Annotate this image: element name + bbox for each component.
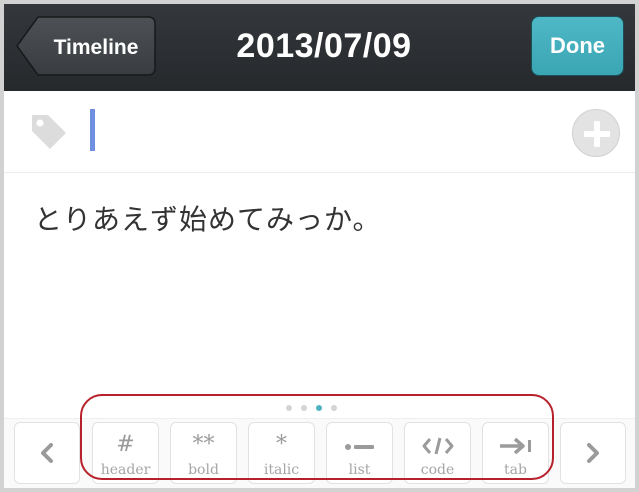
- next-button[interactable]: [560, 422, 626, 484]
- toolbar-page-indicator: [286, 405, 337, 415]
- bold-glyph: **: [192, 432, 215, 457]
- italic-button[interactable]: * italic: [248, 422, 315, 484]
- list-button[interactable]: list: [326, 422, 393, 484]
- bold-button[interactable]: ** bold: [170, 422, 237, 484]
- navigation-bar: Timeline 2013/07/09 Done: [4, 4, 635, 91]
- header-glyph: #: [116, 432, 135, 457]
- tag-row: [4, 91, 635, 173]
- chevron-left-icon: [41, 443, 53, 463]
- tab-button[interactable]: tab: [482, 422, 549, 484]
- text-cursor: [90, 109, 95, 151]
- list-label: list: [348, 462, 371, 478]
- tag-icon: [32, 115, 66, 149]
- add-tag-button[interactable]: [572, 109, 620, 157]
- done-button[interactable]: Done: [531, 16, 624, 76]
- italic-glyph: *: [276, 432, 287, 457]
- code-label: code: [420, 462, 455, 478]
- italic-label: italic: [263, 462, 300, 478]
- tab-label: tab: [504, 462, 527, 478]
- code-icon: [422, 437, 453, 455]
- plus-circle-icon: [584, 121, 610, 147]
- page-dot: [301, 405, 307, 411]
- page-dot: [331, 405, 337, 411]
- bold-label: bold: [188, 462, 219, 478]
- list-icon: [344, 444, 374, 450]
- page-title: 2013/07/09: [236, 26, 412, 65]
- page-dot: [286, 405, 292, 411]
- note-body-text[interactable]: とりあえず始めてみっか。: [34, 198, 614, 238]
- tag-input[interactable]: [90, 109, 550, 153]
- previous-button[interactable]: [14, 422, 80, 484]
- code-button[interactable]: code: [404, 422, 471, 484]
- header-label: header: [100, 462, 151, 478]
- tab-icon: [499, 437, 531, 455]
- back-button-label: Timeline: [54, 36, 139, 59]
- chevron-right-icon: [587, 443, 599, 463]
- page-dot-active: [316, 405, 322, 411]
- header-button[interactable]: # header: [92, 422, 159, 484]
- back-button[interactable]: Timeline: [16, 16, 156, 76]
